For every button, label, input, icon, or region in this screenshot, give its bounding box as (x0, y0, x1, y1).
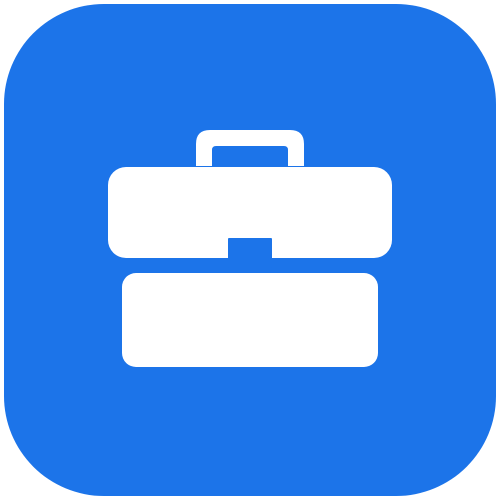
briefcase-handle (196, 130, 304, 166)
briefcase-icon (108, 130, 392, 367)
briefcase-clasp (228, 238, 272, 268)
briefcase-body (122, 273, 378, 367)
app-icon[interactable] (4, 4, 496, 496)
